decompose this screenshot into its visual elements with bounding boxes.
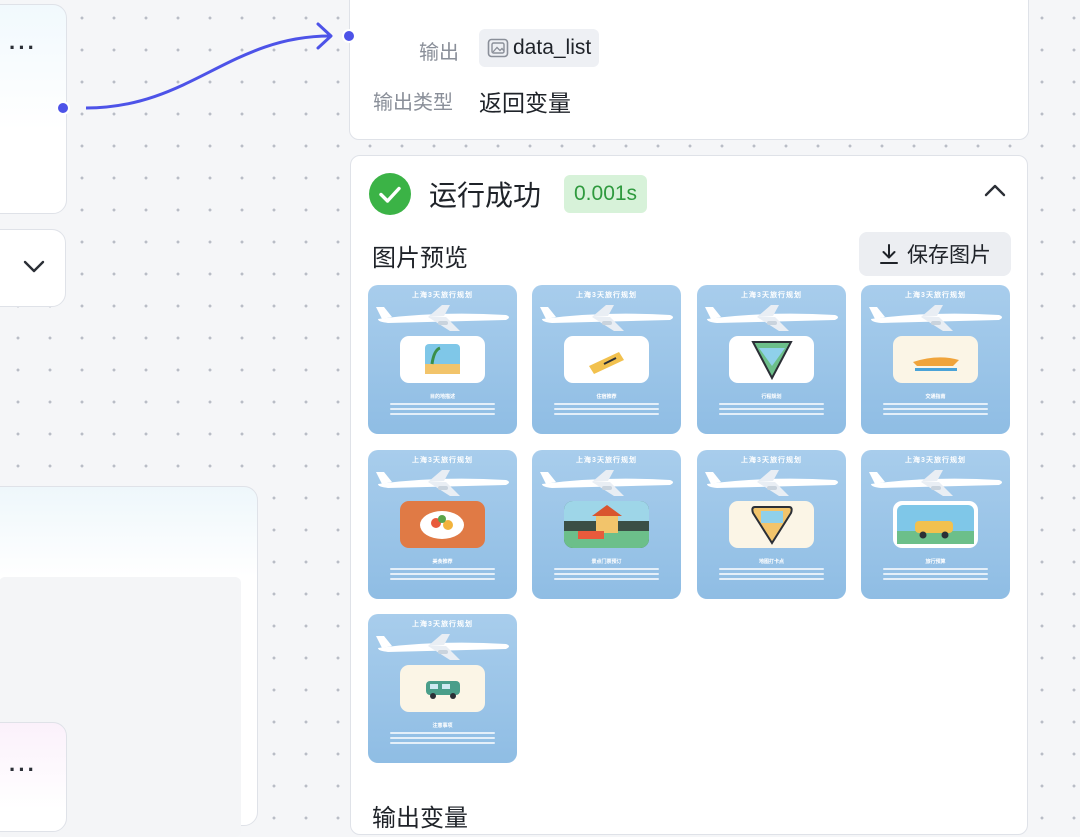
thumbnail-caption: 目的地描述 <box>429 394 455 400</box>
output-type-value: 返回变量 <box>479 90 571 116</box>
thumbnail-caption: 住宿推荐 <box>596 394 617 400</box>
output-port[interactable] <box>56 101 70 115</box>
thumbnail-text <box>390 403 495 418</box>
output-variable-name: data_list <box>513 36 592 59</box>
output-card <box>349 0 1029 140</box>
thumbnail-text <box>390 568 495 583</box>
download-icon <box>880 244 898 264</box>
thumbnail-caption: 交通指南 <box>925 394 946 400</box>
input-port[interactable] <box>342 29 356 43</box>
thumbnail-caption: 注意事项 <box>432 723 453 729</box>
thumbnail-text <box>554 568 659 583</box>
image-preview-title: 图片预览 <box>372 245 468 272</box>
output-variable-section-label: 输出变量 <box>372 805 468 832</box>
image-thumbnail[interactable]: 上海3天旅行规划 行程规划 <box>697 285 846 434</box>
workflow-node-bottom-2[interactable]: ··· <box>0 722 67 832</box>
duration-badge: 0.001s <box>564 175 648 213</box>
thumbnail-caption: 旅行预算 <box>925 559 946 565</box>
chevron-up-icon[interactable] <box>983 182 1007 198</box>
chevron-down-icon[interactable] <box>23 260 45 274</box>
thumbnail-caption: 美食推荐 <box>432 559 453 565</box>
beach-icon <box>400 336 485 383</box>
thumbnail-caption: 地图打卡点 <box>758 559 784 565</box>
image-icon <box>487 38 509 58</box>
image-thumbnail[interactable]: 上海3天旅行规划 旅行预算 <box>861 450 1010 599</box>
image-thumbnail[interactable]: 上海3天旅行规划 美食推荐 <box>368 450 517 599</box>
thumbnail-caption: 景点门票预订 <box>591 559 622 565</box>
more-icon[interactable]: ··· <box>9 35 37 61</box>
thumbnail-text <box>390 732 495 747</box>
car-icon <box>893 501 978 548</box>
landmark-icon <box>564 501 649 548</box>
map-pin-icon <box>729 501 814 548</box>
ticket-icon <box>564 336 649 383</box>
image-thumbnail[interactable]: 上海3天旅行规划 住宿推荐 <box>532 285 681 434</box>
thumbnail-text <box>883 568 988 583</box>
food-icon <box>400 501 485 548</box>
more-icon[interactable]: ··· <box>9 757 37 783</box>
thumbnail-caption: 行程规划 <box>761 394 782 400</box>
map-icon <box>729 336 814 383</box>
bus-icon <box>400 665 485 712</box>
workflow-node-collapsed[interactable] <box>0 229 66 307</box>
thumbnail-text <box>719 403 824 418</box>
image-thumbnail[interactable]: 上海3天旅行规划 目的地描述 <box>368 285 517 434</box>
seaplane-icon <box>893 336 978 383</box>
image-thumbnail[interactable]: 上海3天旅行规划 交通指南 <box>861 285 1010 434</box>
success-check-icon <box>369 173 411 215</box>
run-status: 运行成功 <box>429 180 542 211</box>
image-thumbnail[interactable]: 上海3天旅行规划 地图打卡点 <box>697 450 846 599</box>
save-image-label: 保存图片 <box>907 244 991 267</box>
thumbnail-text <box>883 403 988 418</box>
image-thumbnail[interactable]: 上海3天旅行规划 景点门票预订 <box>532 450 681 599</box>
thumbnail-text <box>554 403 659 418</box>
thumbnail-text <box>719 568 824 583</box>
image-thumbnail[interactable]: 上海3天旅行规划 注意事项 <box>368 614 517 763</box>
save-image-button[interactable]: 保存图片 <box>859 232 1011 276</box>
output-variable-tag: data_list <box>479 29 600 67</box>
output-label: 输出 <box>419 42 459 64</box>
output-type-label: 输出类型 <box>373 92 453 114</box>
